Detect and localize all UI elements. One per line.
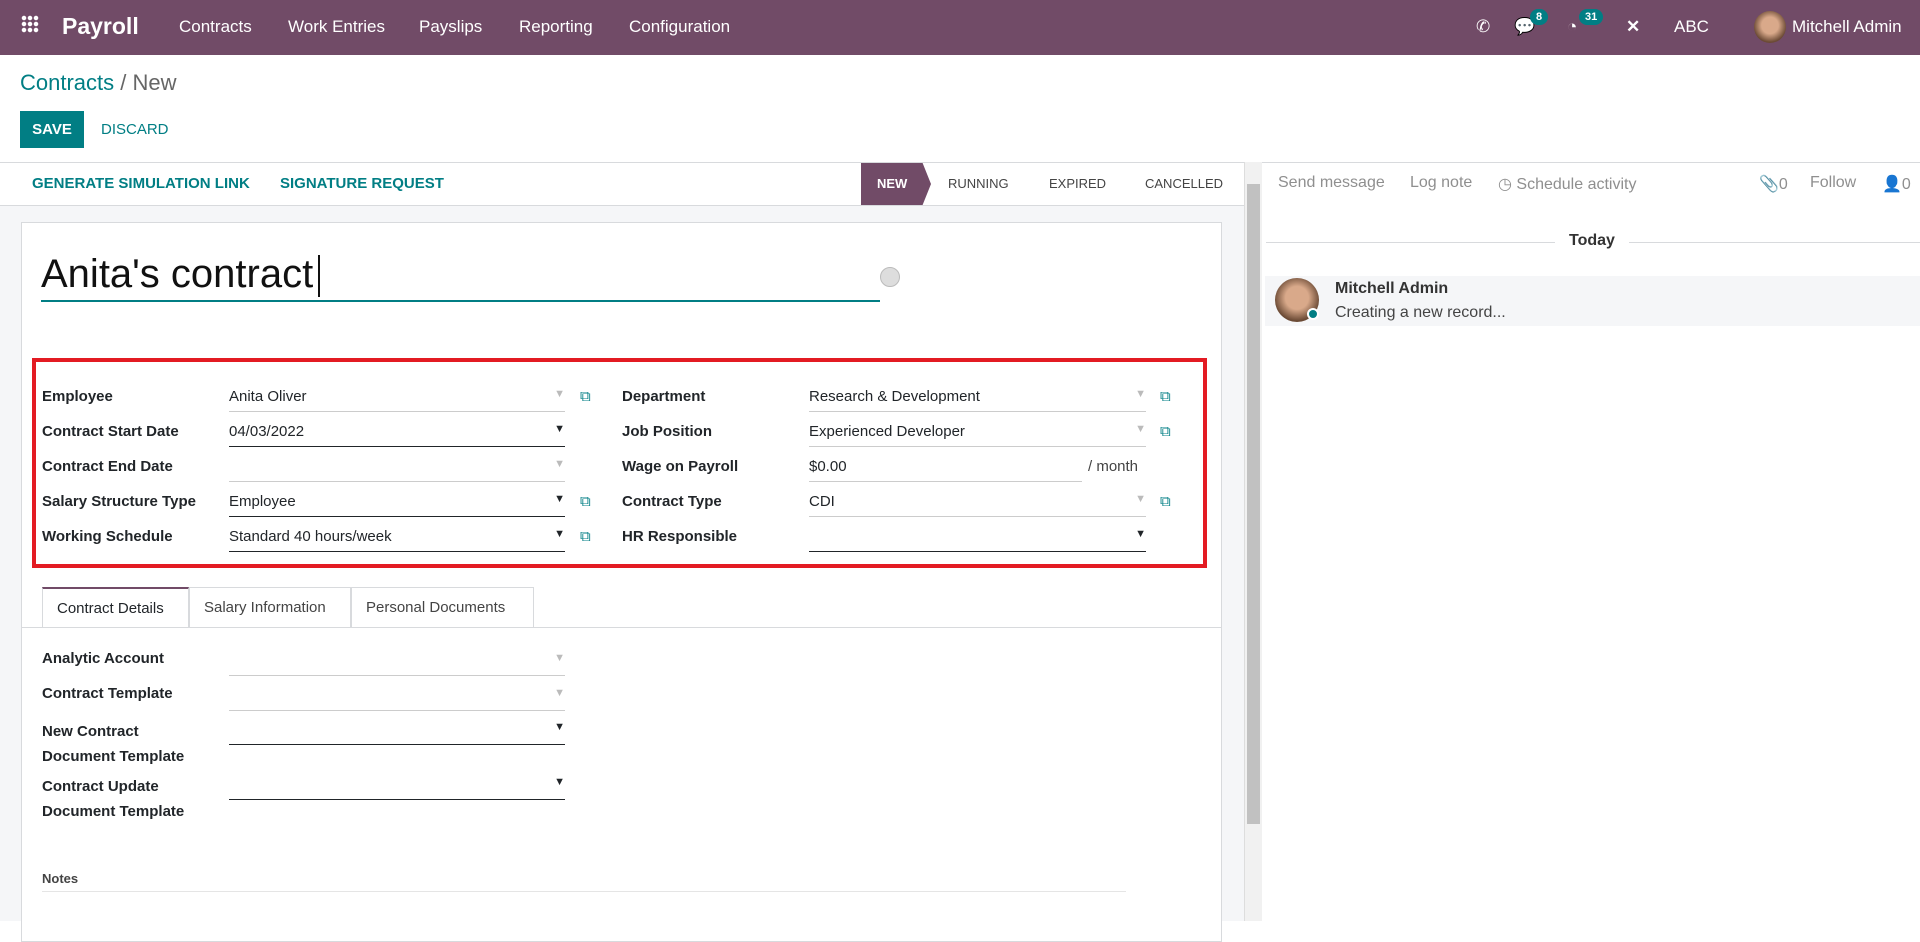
company-switcher[interactable]: ABC [1674,17,1709,37]
message-body: Creating a new record... [1335,304,1506,321]
dropdown-caret-icon[interactable]: ▼ [1135,388,1146,400]
message-author[interactable]: Mitchell Admin [1335,280,1448,298]
navbar: Payroll Contracts Work Entries Payslips … [0,0,1920,55]
user-avatar[interactable] [1754,11,1786,43]
contract-type-label: Contract Type [622,493,722,510]
user-menu[interactable]: Mitchell Admin [1792,17,1902,37]
department-input[interactable]: Research & Development ▼ [809,386,1146,412]
notes-label: Notes [42,871,79,886]
menu-configuration[interactable]: Configuration [629,17,730,37]
apps-grid-icon[interactable] [21,15,39,33]
external-link-icon[interactable]: ⧉ [1160,423,1171,440]
tab-salary-information[interactable]: Salary Information [189,587,351,627]
external-link-icon[interactable]: ⧉ [1160,388,1171,405]
discard-button[interactable]: DISCARD [101,121,169,138]
dropdown-caret-icon[interactable]: ▼ [554,388,565,400]
dropdown-caret-icon[interactable]: ▼ [1135,423,1146,435]
menu-work-entries[interactable]: Work Entries [288,17,385,37]
dropdown-caret-icon[interactable]: ▼ [554,528,565,540]
tab-divider [22,627,1221,628]
contract-update-document-template-input[interactable]: ▼ [229,774,565,800]
stage-new[interactable]: NEW [861,163,931,205]
chat-badge: 8 [1530,9,1549,25]
contract-update-document-template-label: Contract Update Document Template [42,778,185,820]
save-button[interactable]: SAVE [20,111,84,148]
contract-name-input[interactable]: Anita's contract [41,252,880,302]
contract-template-label: Contract Template [42,685,173,702]
contract-end-date-input[interactable]: ▼ [229,456,565,482]
working-schedule-label: Working Schedule [42,528,173,545]
scrollbar[interactable] [1244,162,1262,921]
breadcrumb: Contracts / New [20,70,177,95]
attachments-button[interactable]: 📎0 [1759,174,1788,194]
user-icon: 👤 [1882,176,1902,193]
online-status-icon [1307,308,1319,320]
department-label: Department [622,388,706,405]
menu-reporting[interactable]: Reporting [519,17,593,37]
dropdown-caret-icon[interactable]: ▼ [554,423,565,435]
priority-circle-icon[interactable] [880,267,900,287]
hr-responsible-label: HR Responsible [622,528,738,545]
text-cursor [318,255,320,297]
hr-responsible-input[interactable]: ▼ [809,526,1146,552]
dropdown-caret-icon[interactable]: ▼ [1135,528,1146,540]
contract-end-date-label: Contract End Date [42,458,173,475]
salary-structure-type-label: Salary Structure Type [42,493,196,510]
new-contract-document-template-label: New Contract Document Template [42,723,185,765]
contract-start-date-label: Contract Start Date [42,423,179,440]
follow-button[interactable]: Follow [1810,174,1856,192]
new-contract-document-template-input[interactable]: ▼ [229,719,565,745]
contract-type-input[interactable]: CDI ▼ [809,491,1146,517]
menu-contracts[interactable]: Contracts [179,17,252,37]
generate-simulation-link-button[interactable]: GENERATE SIMULATION LINK [32,175,250,192]
tab-personal-documents[interactable]: Personal Documents [351,587,534,627]
dropdown-caret-icon[interactable]: ▼ [554,493,565,505]
contract-start-date-input[interactable]: 04/03/2022 ▼ [229,421,565,447]
debug-tools-icon[interactable]: ✕ [1626,17,1640,37]
app-title[interactable]: Payroll [62,13,139,40]
employee-input[interactable]: Anita Oliver ▼ [229,386,565,412]
external-link-icon[interactable]: ⧉ [580,493,591,510]
activity-badge: 31 [1579,9,1604,25]
today-separator: Today [1555,232,1629,250]
followers-button[interactable]: 👤0 [1882,174,1911,194]
menu-payslips[interactable]: Payslips [419,17,482,37]
signature-request-button[interactable]: SIGNATURE REQUEST [280,175,444,192]
salary-structure-type-input[interactable]: Employee ▼ [229,491,565,517]
external-link-icon[interactable]: ⧉ [580,388,591,405]
wage-period-suffix: / month [1088,458,1139,475]
contract-template-input[interactable]: ▼ [229,685,565,711]
tab-contract-details[interactable]: Contract Details [42,587,189,628]
stage-cancelled[interactable]: CANCELLED [1129,163,1239,205]
analytic-account-label: Analytic Account [42,650,164,667]
stage-running[interactable]: RUNNING [932,163,1025,205]
working-schedule-input[interactable]: Standard 40 hours/week ▼ [229,526,565,552]
job-position-input[interactable]: Experienced Developer ▼ [809,421,1146,447]
dropdown-caret-icon[interactable]: ▼ [554,458,565,470]
form-sheet [21,222,1222,942]
notes-field[interactable] [42,891,1126,921]
activity-clock-icon[interactable]: ◔ [1567,17,1577,37]
external-link-icon[interactable]: ⧉ [580,528,591,545]
job-position-label: Job Position [622,423,712,440]
control-panel: GENERATE SIMULATION LINK SIGNATURE REQUE… [0,162,1244,206]
message: Mitchell Admin Creating a new record... [1265,276,1920,326]
send-message-button[interactable]: Send message [1278,174,1385,192]
phone-icon[interactable]: ✆ [1476,17,1490,37]
stage-expired[interactable]: EXPIRED [1033,163,1122,205]
wage-on-payroll-label: Wage on Payroll [622,458,739,475]
breadcrumb-contracts[interactable]: Contracts [20,70,114,95]
schedule-activity-button[interactable]: ◷ Schedule activity [1498,174,1636,194]
clock-icon: ◷ [1498,176,1517,193]
analytic-account-input[interactable]: ▼ [229,650,565,676]
employee-label: Employee [42,388,113,405]
wage-on-payroll-input[interactable]: $0.00 [809,456,1082,482]
log-note-button[interactable]: Log note [1410,174,1472,192]
paperclip-icon: 📎 [1759,176,1779,193]
dropdown-caret-icon[interactable]: ▼ [1135,493,1146,505]
breadcrumb-current: New [132,70,177,95]
external-link-icon[interactable]: ⧉ [1160,493,1171,510]
